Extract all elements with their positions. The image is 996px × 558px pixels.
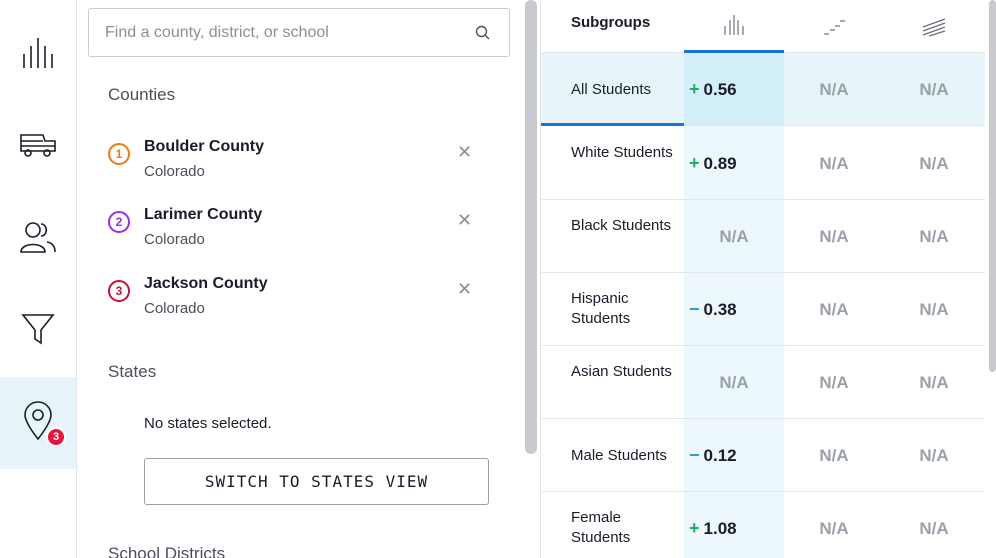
search-input[interactable] xyxy=(105,23,509,42)
table-header: Subgroups xyxy=(541,0,985,53)
county-item-boulder: 1 Boulder County Colorado ✕ xyxy=(108,138,488,188)
positive-sign: + xyxy=(689,79,700,99)
subgroups-header-label: Subgroups xyxy=(571,14,651,31)
learning-rate-cell: N/A xyxy=(819,79,849,99)
people-icon xyxy=(20,222,56,253)
county-number-badge: 1 xyxy=(108,143,130,165)
learning-rate-cell: N/A xyxy=(819,226,849,246)
trend-cell: N/A xyxy=(919,299,949,319)
learning-rate-cell: N/A xyxy=(819,153,849,173)
avg-score-cell: +0.56 xyxy=(684,53,784,126)
table-row[interactable]: Male Students −0.12 N/A N/A xyxy=(541,419,985,492)
tab-average-scores[interactable] xyxy=(684,0,784,53)
location-panel: Counties 1 Boulder County Colorado ✕ 2 L… xyxy=(77,0,520,558)
row-label: Male Students xyxy=(571,447,667,464)
county-name: Boulder County xyxy=(144,138,264,155)
learning-rate-cell: N/A xyxy=(819,299,849,319)
trend-cell: N/A xyxy=(919,445,949,465)
avg-score-value: 0.38 xyxy=(703,299,737,319)
avg-score-value: 0.89 xyxy=(703,153,737,173)
table-row[interactable]: Female Students +1.08 N/A N/A xyxy=(541,492,985,558)
trend-cell: N/A xyxy=(919,226,949,246)
subgroups-table: Subgroups All Students +0.56 N/A N/A Whi… xyxy=(540,0,985,558)
school-districts-heading: School Districts xyxy=(108,544,226,558)
positive-sign: + xyxy=(689,153,700,173)
avg-score-cell: N/A xyxy=(719,226,749,246)
learning-rate-cell: N/A xyxy=(819,445,849,465)
selected-row-indicator xyxy=(541,123,684,126)
filter-icon xyxy=(21,314,55,345)
avg-score-value: 1.08 xyxy=(703,518,737,538)
icon-rail: 3 xyxy=(0,0,77,558)
avg-score-cell: +0.89 xyxy=(684,127,784,200)
rail-item-people[interactable] xyxy=(0,191,76,283)
tab-trends[interactable] xyxy=(884,0,984,53)
trend-lines-icon xyxy=(922,17,946,37)
table-scrollbar[interactable] xyxy=(989,0,996,372)
row-label: Hispanic Students xyxy=(571,290,631,327)
remove-county-close-icon[interactable]: ✕ xyxy=(457,210,472,231)
learning-rate-cell: N/A xyxy=(819,518,849,538)
county-number-badge: 2 xyxy=(108,211,130,233)
rail-item-chart[interactable] xyxy=(0,7,76,99)
avg-score-cell: −0.38 xyxy=(684,273,784,346)
learning-rate-cell: N/A xyxy=(819,372,849,392)
table-row[interactable]: White Students +0.89 N/A N/A xyxy=(541,127,985,200)
location-count-badge: 3 xyxy=(46,427,66,447)
search-icon[interactable] xyxy=(475,25,491,41)
table-row[interactable]: Hispanic Students −0.38 N/A N/A xyxy=(541,273,985,346)
states-empty-message: No states selected. xyxy=(144,415,272,432)
avg-score-value: 0.56 xyxy=(703,79,737,99)
avg-score-value: 0.12 xyxy=(703,445,737,465)
avg-score-cell: N/A xyxy=(719,372,749,392)
table-row[interactable]: Asian Students N/A N/A N/A xyxy=(541,346,985,419)
rail-item-location[interactable]: 3 xyxy=(0,377,76,469)
school-bus-icon xyxy=(20,134,56,157)
county-item-larimer: 2 Larimer County Colorado ✕ xyxy=(108,206,488,256)
avg-score-cell: −0.12 xyxy=(684,419,784,492)
stairs-trend-icon xyxy=(824,19,845,35)
county-state: Colorado xyxy=(144,163,205,180)
trend-cell: N/A xyxy=(919,153,949,173)
row-label: All Students xyxy=(571,81,652,98)
table-row[interactable]: Black Students N/A N/A N/A xyxy=(541,200,985,273)
county-name: Jackson County xyxy=(144,275,268,292)
county-state: Colorado xyxy=(144,231,205,248)
county-name: Larimer County xyxy=(144,206,263,223)
trend-cell: N/A xyxy=(919,518,949,538)
switch-to-states-button[interactable]: SWITCH TO STATES VIEW xyxy=(144,458,489,505)
county-state: Colorado xyxy=(144,300,205,317)
row-label: White Students xyxy=(571,144,673,161)
row-label: Asian Students xyxy=(571,363,672,380)
rail-item-filter[interactable] xyxy=(0,283,76,375)
bar-chart-icon xyxy=(724,15,744,35)
counties-heading: Counties xyxy=(108,85,176,104)
remove-county-close-icon[interactable]: ✕ xyxy=(457,142,472,163)
tab-learning-rates[interactable] xyxy=(784,0,884,53)
county-number-badge: 3 xyxy=(108,280,130,302)
avg-score-cell: +1.08 xyxy=(684,492,784,558)
row-label: Black Students xyxy=(571,217,672,234)
search-box xyxy=(88,8,510,57)
rail-item-bus[interactable] xyxy=(0,99,76,191)
states-heading: States xyxy=(108,362,157,381)
trend-cell: N/A xyxy=(919,372,949,392)
bar-chart-icon xyxy=(23,38,53,68)
table-row[interactable]: All Students +0.56 N/A N/A xyxy=(541,53,985,126)
trend-cell: N/A xyxy=(919,79,949,99)
negative-sign: − xyxy=(689,299,700,319)
panel-scrollbar[interactable] xyxy=(525,0,537,454)
negative-sign: − xyxy=(689,445,700,465)
row-label: Female Students xyxy=(571,509,631,546)
remove-county-close-icon[interactable]: ✕ xyxy=(457,279,472,300)
positive-sign: + xyxy=(689,518,700,538)
county-item-jackson: 3 Jackson County Colorado ✕ xyxy=(108,275,488,325)
